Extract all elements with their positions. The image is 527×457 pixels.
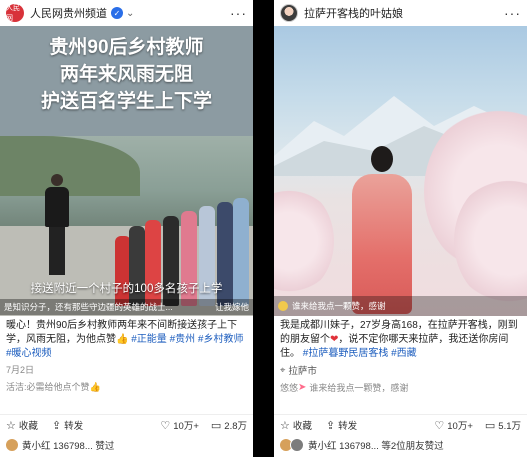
more-dots-icon[interactable]: ··· [504,5,521,21]
video-bar: 谁来给我点一颗赞，感谢 [274,296,527,316]
video-title-line: 护送百名学生上下学 [40,91,212,112]
video-title-line: 贵州90后乡村教师 [49,37,204,58]
liked-by[interactable]: 黄小红 136798... 赞过 [0,437,253,453]
video-subtitle-2: 是知识分子，还有那些守边疆的英雄的战士... 让我嫁他 [0,299,253,315]
share-button[interactable]: ⇪ 转发 [325,418,358,433]
caption-hashtags[interactable]: #拉萨暮野民居客栈 #西藏 [303,348,417,359]
subtitle-left: 是知识分子，还有那些守边疆的英雄的战士... [4,302,173,312]
post-date: 7月2日 [6,365,35,375]
location-text: 拉萨市 [288,366,317,377]
star-icon: ☆ [280,419,290,432]
action-bar: ☆ 收藏 ⇪ 转发 ♡ 10万+ ▭ 2.8万 [0,414,253,435]
verified-icon: ✓ [111,7,123,19]
post-header: 人民网 人民网贵州频道 ✓ ⌄ ··· [0,0,253,26]
share-icon: ⇪ [51,419,62,432]
share-button[interactable]: ⇪ 转发 [51,418,84,433]
comment-user: 活洁: [6,382,27,392]
thumbs-up-emoji: 👍 [116,334,129,345]
comment-preview[interactable]: 活洁: 必需给他点个赞👍 [0,378,253,395]
post-header: 拉萨开客栈的叶姑娘 ··· [274,0,527,26]
share-label: 转发 [64,421,84,432]
action-bar: ☆ 收藏 ⇪ 转发 ♡ 10万+ ▭ 5.1万 [274,414,527,435]
comment-count: 5.1万 [498,421,521,432]
liked-by-text: 黄小红 136798... 等2位朋友赞过 [308,441,444,452]
comment-text: 谁来给我点一颗赞，感谢 [309,383,409,393]
comment-user: 悠悠 [280,383,299,393]
post-card-right: 拉萨开客栈的叶姑娘 ··· 谁来给我点一颗赞，感谢 我是成都川妹子，27岁身高1… [274,0,527,457]
liked-by[interactable]: 黄小红 136798... 等2位朋友赞过 [274,437,527,453]
more-dots-icon[interactable]: ··· [230,5,247,21]
favorite-label: 收藏 [18,421,38,432]
channel-name[interactable]: 拉萨开客栈的叶姑娘 [304,5,403,21]
post-caption: 我是成都川妹子，27岁身高168，在拉萨开客栈，刚到的朋友留个❤，说不定你哪天来… [274,316,527,361]
channel-name[interactable]: 人民网贵州频道 [30,5,107,21]
star-icon: ☆ [6,419,16,432]
like-count: 10万+ [173,421,199,432]
like-button[interactable]: ♡ 10万+ [434,418,473,433]
logo-text: 人民网 [6,5,20,22]
like-count: 10万+ [447,421,473,432]
comment-preview[interactable]: 悠悠 ➤ 谁来给我点一颗赞，感谢 [274,379,527,396]
share-label: 转发 [338,421,358,432]
location-pin-icon: ⌖ [280,364,286,376]
video-title-line: 两年来风雨无阻 [59,64,193,85]
comment-count: 2.8万 [224,421,247,432]
favorite-label: 收藏 [292,421,312,432]
channel-avatar[interactable]: 人民网 [6,4,24,22]
comment-button[interactable]: ▭ 5.1万 [484,418,521,433]
heart-icon: ♡ [160,419,171,432]
video-title: 贵州90后乡村教师 两年来风雨无阻 护送百名学生上下学 [0,34,253,115]
subtitle-right: 让我嫁他 [214,302,249,312]
friend-avatar [290,438,304,452]
emoji-icon [278,301,288,311]
comment-icon: ▭ [210,419,222,432]
favorite-button[interactable]: ☆ 收藏 [6,418,38,433]
channel-avatar[interactable] [280,4,298,22]
share-icon: ⇪ [325,419,336,432]
woman-figure [352,146,412,316]
post-card-left: 人民网 人民网贵州频道 ✓ ⌄ ··· 贵州90后乡村教师 两年来风雨无阻 护送… [0,0,253,457]
video-player[interactable]: 贵州90后乡村教师 两年来风雨无阻 护送百名学生上下学 接送附近一个村子的100… [0,26,253,316]
video-subtitle: 接送附近一个村子的100多名孩子上学 [30,283,223,295]
heart-icon: ♡ [434,419,445,432]
friend-avatar [6,439,18,451]
teacher-figure [45,174,69,279]
pink-icon: ➤ [298,382,307,393]
video-bar-text: 谁来给我点一颗赞，感谢 [292,301,386,311]
comment-button[interactable]: ▭ 2.8万 [210,418,247,433]
like-button[interactable]: ♡ 10万+ [160,418,199,433]
post-caption: 暖心！贵州90后乡村教师两年来不间断接送孩子上下学，风雨无阻，为他点赞👍 #正能… [0,316,253,361]
video-player[interactable]: 谁来给我点一颗赞，感谢 [274,26,527,316]
chevron-down-icon[interactable]: ⌄ [126,8,134,19]
blossom-tree [274,186,334,296]
liked-by-text: 黄小红 136798... 赞过 [22,441,115,452]
location-tag[interactable]: ⌖ 拉萨市 [274,361,527,379]
comment-icon: ▭ [484,419,496,432]
comment-text: 必需给他点个赞👍 [26,382,101,392]
favorite-button[interactable]: ☆ 收藏 [280,418,312,433]
